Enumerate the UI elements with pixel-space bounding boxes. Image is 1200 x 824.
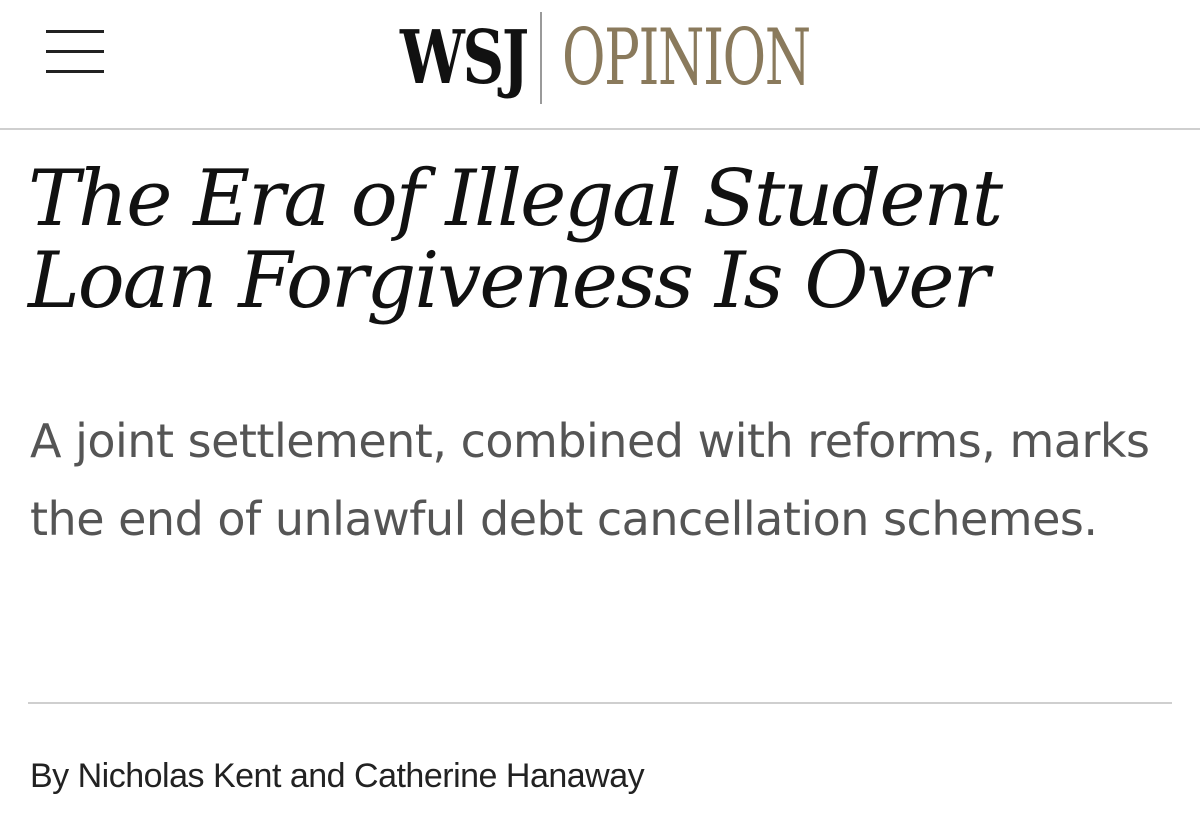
menu-bar <box>46 30 104 33</box>
hamburger-menu-icon[interactable] <box>40 24 110 80</box>
divider <box>28 702 1172 704</box>
site-header: WSJ OPINION <box>0 0 1200 130</box>
article-byline: By Nicholas Kent and Catherine Hanaway <box>30 757 645 795</box>
menu-bar <box>46 70 104 73</box>
menu-bar <box>46 50 104 53</box>
brand-divider <box>540 12 542 104</box>
article-dek: A joint settlement, combined with reform… <box>30 414 1150 546</box>
article-headline: The Era of Illegal Student Loan Forgiven… <box>28 154 1003 326</box>
brand-logo[interactable]: WSJ OPINION <box>400 8 812 108</box>
publication-logo: WSJ <box>400 15 529 101</box>
section-name: OPINION <box>562 13 811 103</box>
